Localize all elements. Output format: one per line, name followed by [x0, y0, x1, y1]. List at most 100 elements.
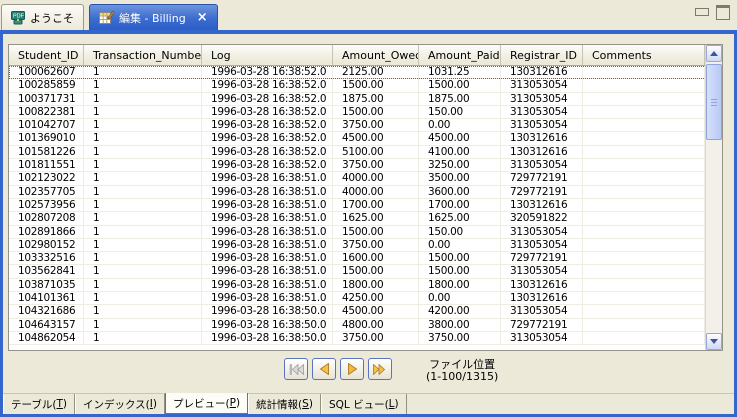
table-row[interactable]: 10464315711996-03-28 16:38:50.04800.0038…: [9, 319, 722, 332]
table-cell[interactable]: 1: [84, 106, 202, 119]
tab-welcome[interactable]: PDF ようこそ: [1, 4, 84, 30]
table-cell[interactable]: 313053054: [501, 159, 583, 172]
table-row[interactable]: 10432168611996-03-28 16:38:50.04500.0042…: [9, 305, 722, 318]
table-cell[interactable]: 3600.00: [419, 186, 501, 199]
table-cell[interactable]: 102123022: [9, 172, 84, 185]
table-row[interactable]: 10356284111996-03-28 16:38:51.01500.0015…: [9, 265, 722, 278]
table-cell[interactable]: 1: [84, 119, 202, 132]
table-cell[interactable]: 313053054: [501, 93, 583, 106]
table-cell[interactable]: 1996-03-28 16:38:51.0: [202, 279, 333, 292]
table-cell[interactable]: 4500.00: [419, 132, 501, 145]
table-cell[interactable]: [583, 319, 705, 332]
table-cell[interactable]: 1: [84, 265, 202, 278]
table-cell[interactable]: 313053054: [501, 106, 583, 119]
table-cell[interactable]: 1996-03-28 16:38:51.0: [202, 186, 333, 199]
table-cell[interactable]: [583, 66, 705, 79]
table-row[interactable]: 10028585911996-03-28 16:38:52.01500.0015…: [9, 79, 722, 92]
table-cell[interactable]: 313053054: [501, 265, 583, 278]
table-cell[interactable]: [583, 305, 705, 318]
column-header-amount_paid[interactable]: Amount_Paid: [419, 45, 501, 65]
table-cell[interactable]: 104862054: [9, 332, 84, 345]
table-cell[interactable]: [583, 172, 705, 185]
table-cell[interactable]: 1700.00: [419, 199, 501, 212]
table-cell[interactable]: [583, 332, 705, 345]
table-cell[interactable]: 1996-03-28 16:38:52.0: [202, 79, 333, 92]
column-header-comments[interactable]: Comments: [583, 45, 705, 65]
table-cell[interactable]: 1500.00: [333, 265, 419, 278]
table-cell[interactable]: [583, 279, 705, 292]
table-cell[interactable]: 1625.00: [419, 212, 501, 225]
close-icon[interactable]: ×: [197, 11, 208, 24]
table-cell[interactable]: 5100.00: [333, 146, 419, 159]
table-cell[interactable]: 1: [84, 239, 202, 252]
table-cell[interactable]: 1996-03-28 16:38:50.0: [202, 305, 333, 318]
table-row[interactable]: 10280720811996-03-28 16:38:51.01625.0016…: [9, 212, 722, 225]
table-cell[interactable]: 4000.00: [333, 172, 419, 185]
table-cell[interactable]: [583, 292, 705, 305]
table-row[interactable]: 10158122611996-03-28 16:38:52.05100.0041…: [9, 146, 722, 159]
table-cell[interactable]: 3750.00: [333, 119, 419, 132]
table-cell[interactable]: 100371731: [9, 93, 84, 106]
vertical-scrollbar[interactable]: [705, 45, 722, 350]
table-cell[interactable]: 3800.00: [419, 319, 501, 332]
table-cell[interactable]: 4100.00: [419, 146, 501, 159]
table-cell[interactable]: [583, 146, 705, 159]
table-cell[interactable]: 1: [84, 172, 202, 185]
table-cell[interactable]: 101369010: [9, 132, 84, 145]
table-cell[interactable]: 103562841: [9, 265, 84, 278]
bottom-tab-table[interactable]: テーブル(T): [3, 394, 75, 414]
table-cell[interactable]: 1500.00: [333, 106, 419, 119]
table-row[interactable]: 10136901011996-03-28 16:38:52.04500.0045…: [9, 132, 722, 145]
bottom-tab-index[interactable]: インデックス(I): [75, 394, 165, 414]
table-cell[interactable]: 1996-03-28 16:38:51.0: [202, 239, 333, 252]
table-cell[interactable]: 130312616: [501, 66, 583, 79]
table-cell[interactable]: 103871035: [9, 279, 84, 292]
table-cell[interactable]: 1500.00: [333, 79, 419, 92]
table-row[interactable]: 10298015211996-03-28 16:38:51.03750.000.…: [9, 239, 722, 252]
table-cell[interactable]: 1: [84, 146, 202, 159]
table-cell[interactable]: 103332516: [9, 252, 84, 265]
table-cell[interactable]: [583, 252, 705, 265]
table-row[interactable]: 10289186611996-03-28 16:38:51.01500.0015…: [9, 226, 722, 239]
table-cell[interactable]: 313053054: [501, 79, 583, 92]
table-cell[interactable]: 1875.00: [333, 93, 419, 106]
table-cell[interactable]: 130312616: [501, 199, 583, 212]
table-cell[interactable]: 0.00: [419, 292, 501, 305]
table-cell[interactable]: [583, 239, 705, 252]
table-cell[interactable]: 313053054: [501, 239, 583, 252]
table-cell[interactable]: 729772191: [501, 186, 583, 199]
table-cell[interactable]: 3750.00: [333, 239, 419, 252]
scroll-down-button[interactable]: [706, 333, 722, 350]
table-cell[interactable]: 104101361: [9, 292, 84, 305]
table-cell[interactable]: 3500.00: [419, 172, 501, 185]
table-cell[interactable]: 313053054: [501, 332, 583, 345]
table-cell[interactable]: 1500.00: [333, 226, 419, 239]
table-cell[interactable]: 102891866: [9, 226, 84, 239]
table-cell[interactable]: 1: [84, 279, 202, 292]
table-cell[interactable]: 4500.00: [333, 305, 419, 318]
bottom-tab-sql-view[interactable]: SQL ビュー(L): [321, 394, 407, 414]
table-cell[interactable]: 1996-03-28 16:38:51.0: [202, 265, 333, 278]
table-cell[interactable]: 1996-03-28 16:38:51.0: [202, 212, 333, 225]
table-cell[interactable]: 1: [84, 332, 202, 345]
table-cell[interactable]: 4500.00: [333, 132, 419, 145]
table-cell[interactable]: 3750.00: [333, 332, 419, 345]
table-row[interactable]: 10486205411996-03-28 16:38:50.03750.0037…: [9, 332, 722, 345]
table-cell[interactable]: [583, 119, 705, 132]
table-cell[interactable]: 1500.00: [419, 265, 501, 278]
table-cell[interactable]: 1700.00: [333, 199, 419, 212]
table-cell[interactable]: 729772191: [501, 172, 583, 185]
table-cell[interactable]: 1996-03-28 16:38:50.0: [202, 319, 333, 332]
column-header-student_id[interactable]: Student_ID: [9, 45, 84, 65]
table-cell[interactable]: 101811551: [9, 159, 84, 172]
column-header-transaction_number[interactable]: Transaction_Number: [84, 45, 202, 65]
bottom-tab-statistics[interactable]: 統計情報(S): [248, 394, 321, 414]
table-cell[interactable]: [583, 226, 705, 239]
maximize-icon[interactable]: [716, 5, 730, 20]
table-cell[interactable]: 1: [84, 292, 202, 305]
table-row[interactable]: 10235770511996-03-28 16:38:51.04000.0036…: [9, 186, 722, 199]
table-cell[interactable]: 1800.00: [419, 279, 501, 292]
table-row[interactable]: 10212302211996-03-28 16:38:51.04000.0035…: [9, 172, 722, 185]
table-cell[interactable]: 1: [84, 199, 202, 212]
table-cell[interactable]: 0.00: [419, 119, 501, 132]
